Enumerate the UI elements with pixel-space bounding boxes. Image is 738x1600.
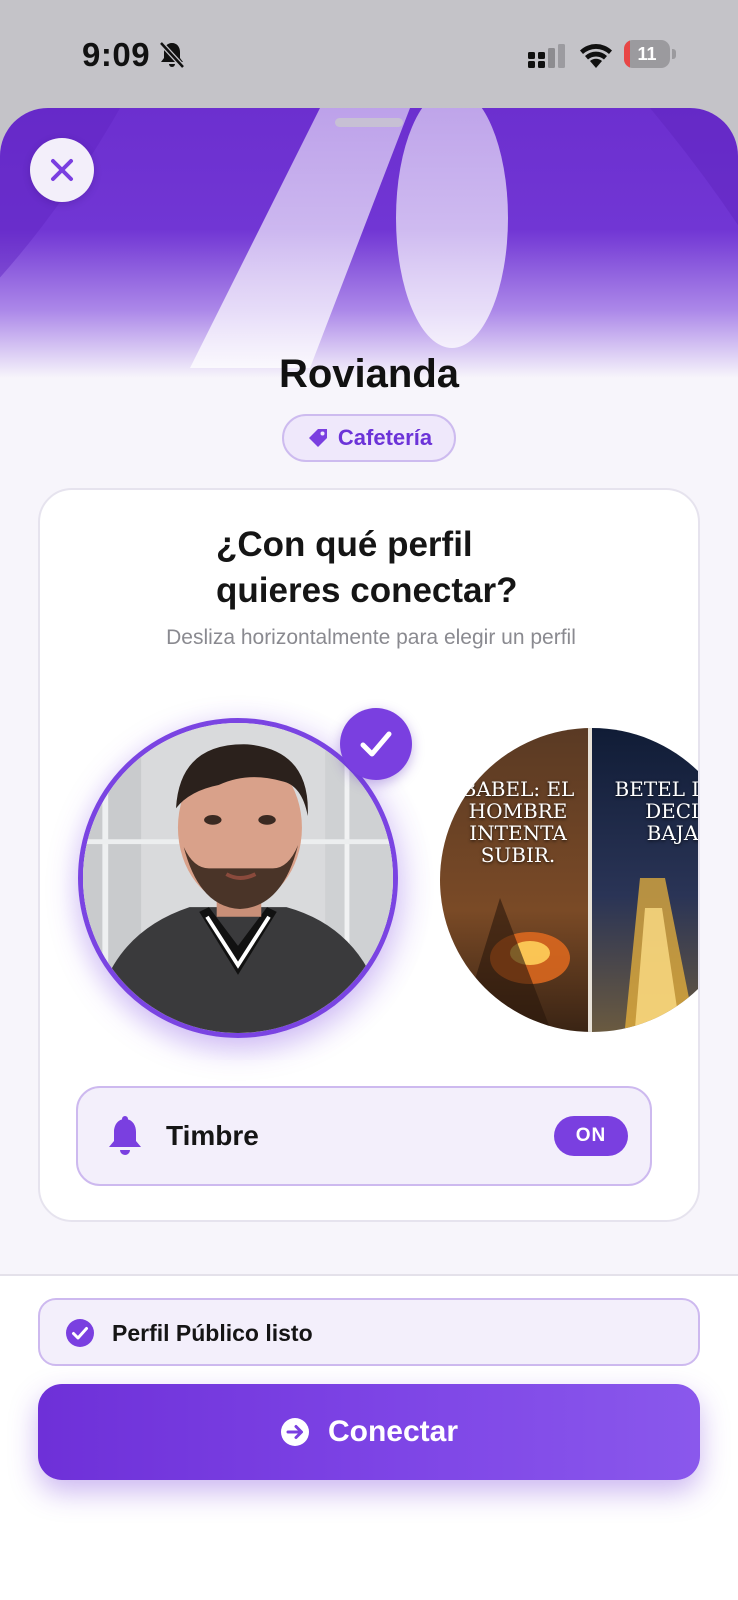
business-name: Rovianda bbox=[278, 352, 460, 396]
checkmark-icon bbox=[360, 731, 392, 757]
profile-picker-card: ¿Con qué perfil quieres conectar? Desliz… bbox=[38, 488, 700, 1222]
picker-title: ¿Con qué perfil quieres conectar? bbox=[216, 525, 518, 610]
doorbell-label: Timbre bbox=[166, 1120, 259, 1151]
status-label: Perfil Público listo bbox=[112, 1320, 313, 1346]
battery-level: 11 bbox=[637, 44, 657, 64]
connect-label: Conectar bbox=[327, 1415, 459, 1448]
status-banner: Perfil Público listo bbox=[38, 1298, 700, 1366]
profile-carousel[interactable]: BABEL: EL HOMBRE INTENTA SUBIR. BETEL DI… bbox=[40, 696, 699, 1060]
cellular-signal-icon bbox=[528, 44, 565, 68]
poster-right-text: BETEL DIOS DECID BAJAR bbox=[614, 777, 699, 845]
connect-button[interactable]: Conectar bbox=[38, 1384, 700, 1480]
wifi-icon bbox=[580, 44, 612, 68]
tag-icon bbox=[308, 429, 327, 447]
footer: Perfil Público listo Conectar bbox=[0, 1276, 738, 1600]
bell-icon bbox=[109, 1116, 141, 1155]
hero-banner bbox=[0, 108, 738, 378]
category-label: Cafetería bbox=[337, 425, 433, 450]
poster-image bbox=[440, 728, 698, 1032]
doorbell-toggle[interactable]: ON bbox=[554, 1116, 628, 1156]
poster-left-text: BABEL: EL HOMBRE INTENTA SUBIR. bbox=[461, 777, 575, 867]
sheet-grabber[interactable] bbox=[335, 118, 403, 127]
status-time: 9:09 bbox=[82, 36, 151, 73]
profile-photo bbox=[83, 723, 393, 1033]
profile-avatar-option[interactable]: BABEL: EL HOMBRE INTENTA SUBIR. BETEL DI… bbox=[440, 728, 699, 1032]
close-icon bbox=[51, 159, 73, 181]
bell-slash-icon bbox=[159, 41, 185, 69]
arrow-right-circle-icon bbox=[280, 1418, 309, 1446]
connect-sheet: Rovianda Cafetería ¿Con qué perfil quier… bbox=[0, 108, 738, 1600]
doorbell-toggle-row[interactable]: Timbre ON bbox=[76, 1086, 652, 1186]
category-badge: Cafetería bbox=[282, 414, 456, 462]
status-bar: 9:09 11 bbox=[0, 0, 738, 110]
picker-subtitle: Desliza horizontalmente para elegir un p… bbox=[166, 626, 576, 649]
selected-check-badge bbox=[340, 708, 412, 780]
check-circle-icon bbox=[66, 1319, 94, 1347]
hero-decoration bbox=[0, 108, 738, 368]
battery-icon: 11 bbox=[624, 40, 676, 68]
close-button[interactable] bbox=[30, 138, 94, 202]
